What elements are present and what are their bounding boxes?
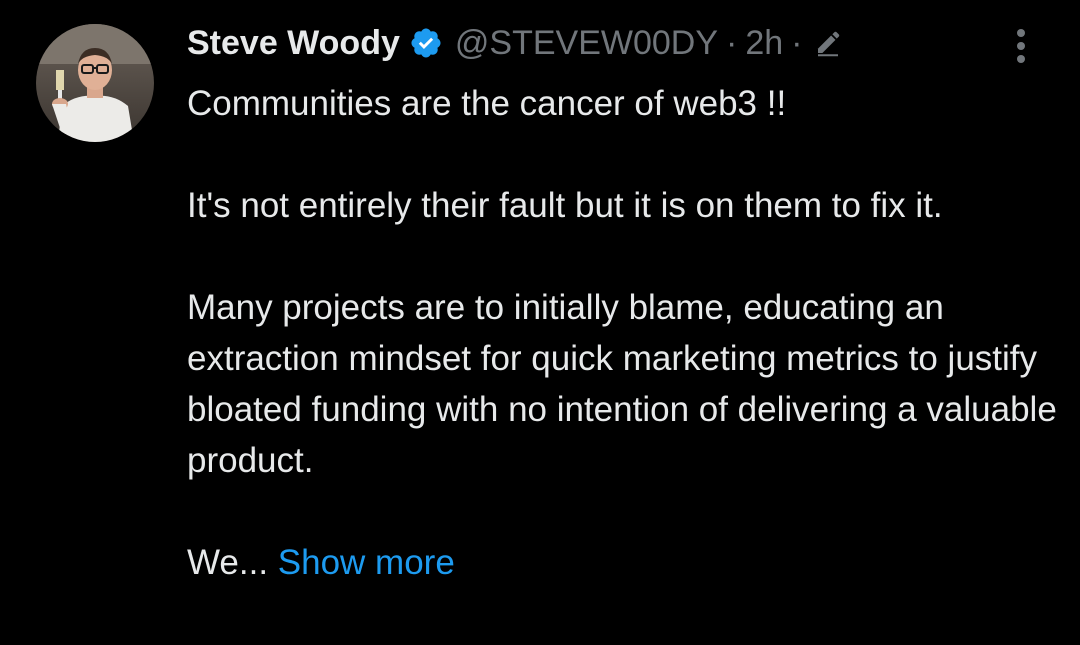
handle[interactable]: @STEVEW00DY	[455, 24, 718, 63]
tweet-paragraph: Communities are the cancer of web3 !!	[187, 84, 787, 123]
timestamp[interactable]: 2h	[745, 24, 783, 63]
verified-badge-icon[interactable]	[409, 26, 443, 60]
avatar-photo	[36, 24, 154, 142]
separator: ·	[791, 23, 803, 62]
display-name[interactable]: Steve Woody	[187, 24, 400, 63]
show-more-link[interactable]: Show more	[278, 543, 455, 582]
more-options-button[interactable]	[1002, 24, 1040, 68]
separator: ·	[726, 23, 738, 62]
tweet-paragraph: Many projects are to initially blame, ed…	[187, 288, 1057, 480]
tweet-header: Steve Woody @STEVEW00DY · 2h ·	[187, 20, 843, 66]
more-vertical-icon	[1017, 29, 1025, 63]
tweet-paragraph-truncated: We... Show more	[187, 537, 1057, 588]
tweet[interactable]: Steve Woody @STEVEW00DY · 2h · Communiti…	[0, 0, 1080, 645]
pencil-icon[interactable]	[813, 28, 843, 58]
truncated-text: We...	[187, 543, 269, 582]
tweet-paragraph: It's not entirely their fault but it is …	[187, 186, 943, 225]
tweet-text: Communities are the cancer of web3 !! It…	[187, 78, 1057, 588]
avatar[interactable]	[36, 24, 154, 142]
